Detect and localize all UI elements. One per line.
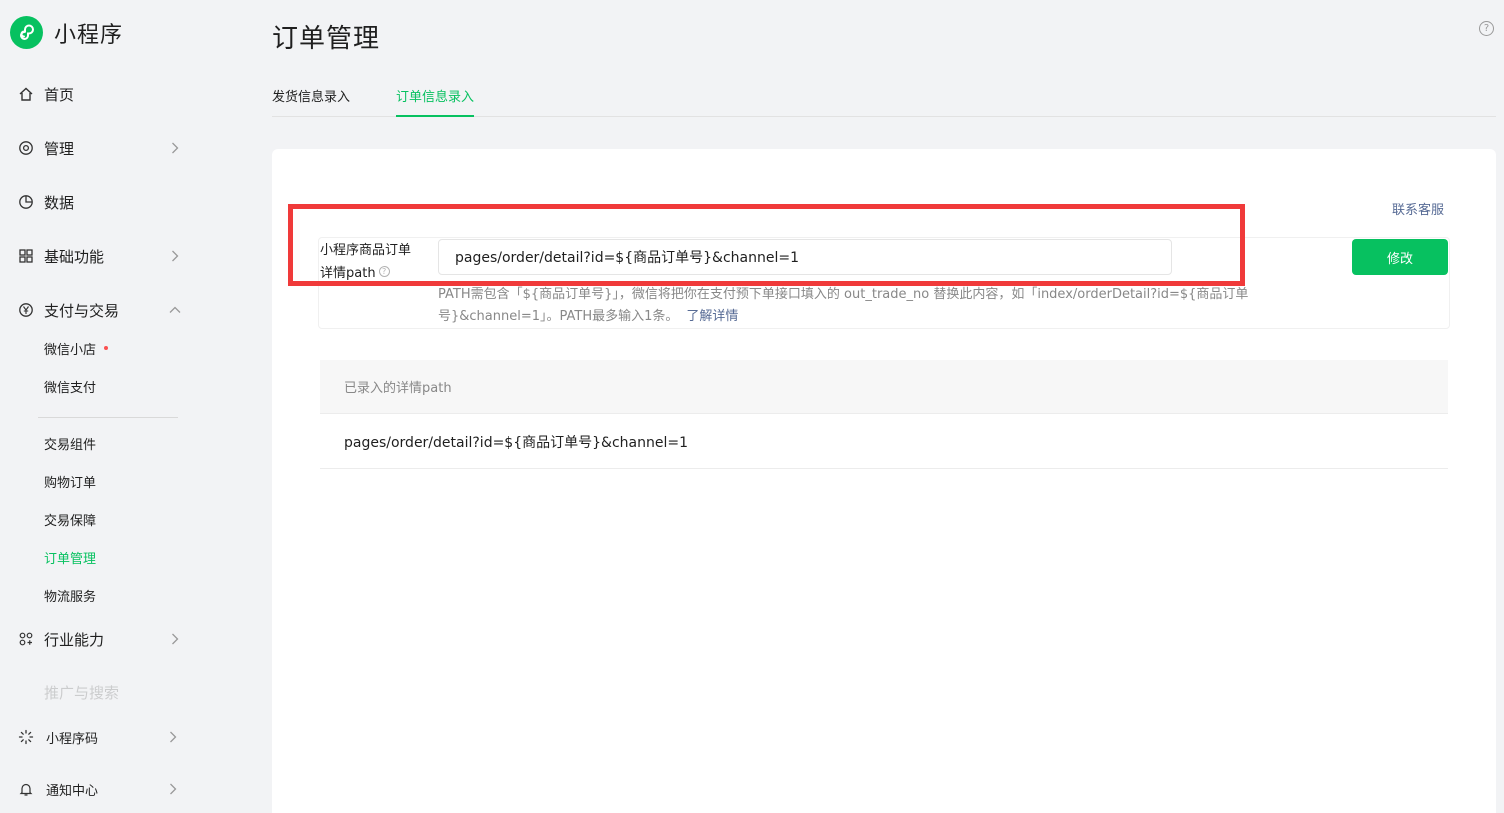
sidebar-subitem-order-management[interactable]: 订单管理 [44,549,96,571]
path-field-label-line2: 详情path [320,266,376,281]
sidebar-separator [0,700,216,714]
sidebar-item-label: 通知中心 [46,783,99,799]
tab-order-info[interactable]: 订单信息录入 [396,86,475,117]
page-title: 订单管理 [272,24,381,54]
sidebar-item-label: 首页 [44,85,75,104]
sidebar-item-basic-features[interactable]: 基础功能 [0,236,216,276]
mini-program-logo-icon [10,16,43,49]
settings-icon [17,139,35,157]
sidebar-item-industry[interactable]: 行业能力 [0,619,216,659]
qrcode-icon [17,728,35,746]
sidebar-item-label: 基础功能 [44,247,105,266]
sidebar-subitem-trade-component[interactable]: 交易组件 [44,435,96,457]
edit-button[interactable]: 修改 [1352,239,1448,275]
sidebar-subitem-logistics[interactable]: 物流服务 [44,587,96,609]
path-hint-line2: 号}&channel=1」。PATH最多输入1条。 [438,309,679,324]
sidebar-item-label: 推广与搜索 [44,684,120,700]
sidebar-item-manage[interactable]: 管理 [0,128,216,168]
tab-bar: 发货信息录入 订单信息录入 [272,86,1496,117]
chevron-right-icon [168,141,182,155]
tab-shipping-info[interactable]: 发货信息录入 [272,86,350,117]
sidebar-item-label: 行业能力 [44,630,105,649]
sidebar-item-label: 管理 [44,139,75,158]
path-field-label-line1: 小程序商品订单 [320,243,412,258]
home-icon [17,85,35,103]
industry-icon [17,630,35,648]
table-cell-path: pages/order/detail?id=${商品订单号}&channel=1 [344,435,688,451]
sidebar-subitem-wechat-pay[interactable]: 微信支付 [44,378,96,400]
sidebar-item-notifications[interactable]: 通知中心 [0,769,216,809]
bell-icon [17,780,35,798]
learn-more-link[interactable]: 了解详情 [686,309,738,324]
sidebar-item-label: 小程序码 [46,731,99,747]
table-header: 已录入的详情path [320,360,1448,414]
sidebar-item-qrcode[interactable]: 小程序码 [0,717,216,757]
sidebar-item-home[interactable]: 首页 [0,74,216,114]
sidebar: 小程序 首页 管理 数据 基础功能 支付与交易 微信小店 微信支付 交易组件 购… [0,0,216,813]
path-input[interactable] [438,239,1172,275]
brand[interactable]: 小程序 [10,16,123,49]
sidebar-subitem-shopping-orders[interactable]: 购物订单 [44,473,96,495]
sidebar-item-label: 数据 [44,193,75,212]
brand-name: 小程序 [54,22,124,48]
question-icon[interactable]: ? [378,266,390,277]
sidebar-item-payment[interactable]: 支付与交易 [0,290,216,330]
help-icon[interactable]: ? [1479,21,1494,36]
table-row: pages/order/detail?id=${商品订单号}&channel=1 [320,414,1448,469]
chevron-right-icon [166,782,180,796]
table-header-label: 已录入的详情path [344,381,452,396]
chevron-right-icon [168,632,182,646]
sidebar-item-label: 支付与交易 [44,301,120,320]
sidebar-subitem-trade-guarantee[interactable]: 交易保障 [44,511,96,533]
contact-support-link[interactable]: 联系客服 [1392,199,1444,218]
chevron-right-icon [168,249,182,263]
pie-chart-icon [17,193,35,211]
sidebar-item-promotion[interactable]: 推广与搜索 [0,678,216,700]
path-hint: PATH需包含「${商品订单号}」，微信将把你在支付预下单接口填入的 out_t… [438,284,1318,328]
chevron-up-icon [168,303,182,317]
sidebar-subitem-wechat-store[interactable]: 微信小店 [44,340,109,362]
notification-dot [104,345,109,350]
grid-icon [17,247,35,265]
yuan-icon [17,301,35,319]
sidebar-item-data[interactable]: 数据 [0,182,216,222]
sidebar-divider [38,417,178,418]
path-field-label: 小程序商品订单 详情path? [320,239,430,285]
chevron-right-icon [166,730,180,744]
path-hint-line1: PATH需包含「${商品订单号}」，微信将把你在支付预下单接口填入的 out_t… [438,287,1249,302]
